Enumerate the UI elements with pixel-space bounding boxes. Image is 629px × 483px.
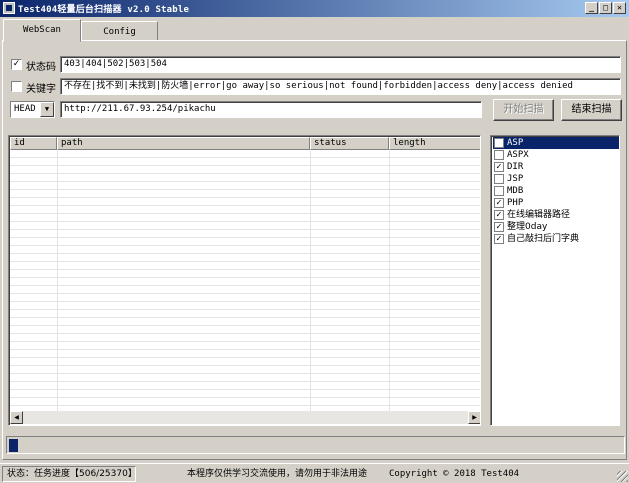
app-icon: [3, 2, 15, 14]
status-code-label: 状态码: [26, 62, 56, 73]
dictionary-checkbox[interactable]: ✓: [494, 198, 504, 208]
dictionary-item-backdoor[interactable]: ✓ 自己敲扫后门字典: [493, 233, 619, 245]
column-length[interactable]: length: [389, 137, 480, 150]
dictionary-checkbox[interactable]: ✓: [494, 222, 504, 232]
chevron-down-icon[interactable]: ▼: [40, 102, 54, 117]
column-status[interactable]: status: [310, 137, 389, 150]
dictionary-item-aspx[interactable]: ASPX: [493, 149, 619, 161]
results-table[interactable]: id path status length ◀ ▶: [8, 135, 481, 426]
method-select[interactable]: HEAD ▼: [10, 101, 55, 118]
keyword-checkbox[interactable]: [11, 81, 22, 92]
dictionary-label: 自己敲扫后门字典: [507, 234, 580, 244]
scan-progress-bar: [6, 436, 625, 454]
tab-config[interactable]: Config: [81, 21, 158, 41]
url-input[interactable]: http://211.67.93.254/pikachu: [60, 101, 482, 118]
copyright-text: Copyright © 2018 Test404: [389, 469, 520, 479]
dictionary-item-jsp[interactable]: JSP: [493, 173, 619, 185]
dictionary-item-editor-paths[interactable]: ✓ 在线编辑器路径: [493, 209, 619, 221]
status-code-checkbox[interactable]: ✓: [11, 59, 22, 70]
scroll-left-icon[interactable]: ◀: [10, 411, 23, 424]
check-mark-icon: ✓: [12, 59, 21, 69]
horizontal-scrollbar[interactable]: ◀ ▶: [10, 411, 480, 424]
method-value: HEAD: [14, 104, 36, 114]
scroll-right-icon[interactable]: ▶: [468, 411, 480, 424]
maximize-button[interactable]: □: [599, 2, 612, 14]
results-table-body: [10, 150, 480, 412]
dictionary-label: 整理0day: [507, 222, 548, 232]
dictionary-label: ASP: [507, 138, 524, 148]
dictionary-item-mdb[interactable]: MDB: [493, 185, 619, 197]
dictionary-list[interactable]: ASP ASPX ✓ DIR JSP MDB ✓ PHP ✓ 在线编辑器路径 ✓…: [490, 135, 620, 426]
progress-block: [9, 439, 18, 452]
dictionary-checkbox[interactable]: ✓: [494, 210, 504, 220]
dictionary-label: DIR: [507, 162, 524, 172]
status-info: 本程序仅供学习交流使用，请勿用于非法用途 Copyright © 2018 Te…: [138, 466, 627, 482]
status-bar: 状态：任务进度【506/25370】 本程序仅供学习交流使用，请勿用于非法用途 …: [0, 463, 629, 483]
dictionary-item-php[interactable]: ✓ PHP: [493, 197, 619, 209]
column-path[interactable]: path: [57, 137, 310, 150]
column-divider: [57, 150, 58, 412]
column-divider: [389, 150, 390, 412]
dictionary-label: 在线编辑器路径: [507, 210, 571, 220]
dictionary-checkbox[interactable]: ✓: [494, 162, 504, 172]
dictionary-item-dir[interactable]: ✓ DIR: [493, 161, 619, 173]
resize-grip[interactable]: [617, 471, 628, 482]
tab-webscan[interactable]: WebScan: [3, 19, 81, 42]
window-title: Test404轻量后台扫描器 v2.0 Stable: [18, 5, 190, 15]
keyword-label: 关键字: [26, 84, 56, 95]
keyword-input[interactable]: 不存在|找不到|未找到|防火墙|error|go away|so serious…: [60, 78, 621, 95]
column-id[interactable]: id: [10, 137, 57, 150]
tab-config-label: Config: [103, 27, 136, 37]
title-bar[interactable]: Test404轻量后台扫描器 v2.0 Stable _ □ ✕: [0, 0, 629, 17]
results-table-header: id path status length: [10, 137, 480, 150]
notice-text: 本程序仅供学习交流使用，请勿用于非法用途: [187, 469, 368, 479]
stop-scan-button[interactable]: 结束扫描: [561, 99, 622, 121]
dictionary-label: JSP: [507, 174, 524, 184]
dictionary-label: PHP: [507, 198, 524, 208]
dictionary-checkbox[interactable]: [494, 186, 504, 196]
dictionary-item-asp[interactable]: ASP: [493, 137, 619, 149]
status-text: 状态：任务进度【506/25370】: [2, 466, 137, 482]
dictionary-checkbox[interactable]: [494, 150, 504, 160]
dictionary-label: ASPX: [507, 150, 529, 160]
tab-webscan-label: WebScan: [23, 25, 61, 35]
dictionary-checkbox[interactable]: [494, 138, 504, 148]
start-scan-button[interactable]: 开始扫描: [493, 99, 554, 121]
dictionary-checkbox[interactable]: [494, 174, 504, 184]
dictionary-label: MDB: [507, 186, 524, 196]
status-code-input[interactable]: 403|404|502|503|504: [60, 56, 621, 73]
column-divider: [310, 150, 311, 412]
dictionary-item-0day[interactable]: ✓ 整理0day: [493, 221, 619, 233]
close-button[interactable]: ✕: [613, 2, 626, 14]
dictionary-checkbox[interactable]: ✓: [494, 234, 504, 244]
minimize-button[interactable]: _: [585, 2, 598, 14]
